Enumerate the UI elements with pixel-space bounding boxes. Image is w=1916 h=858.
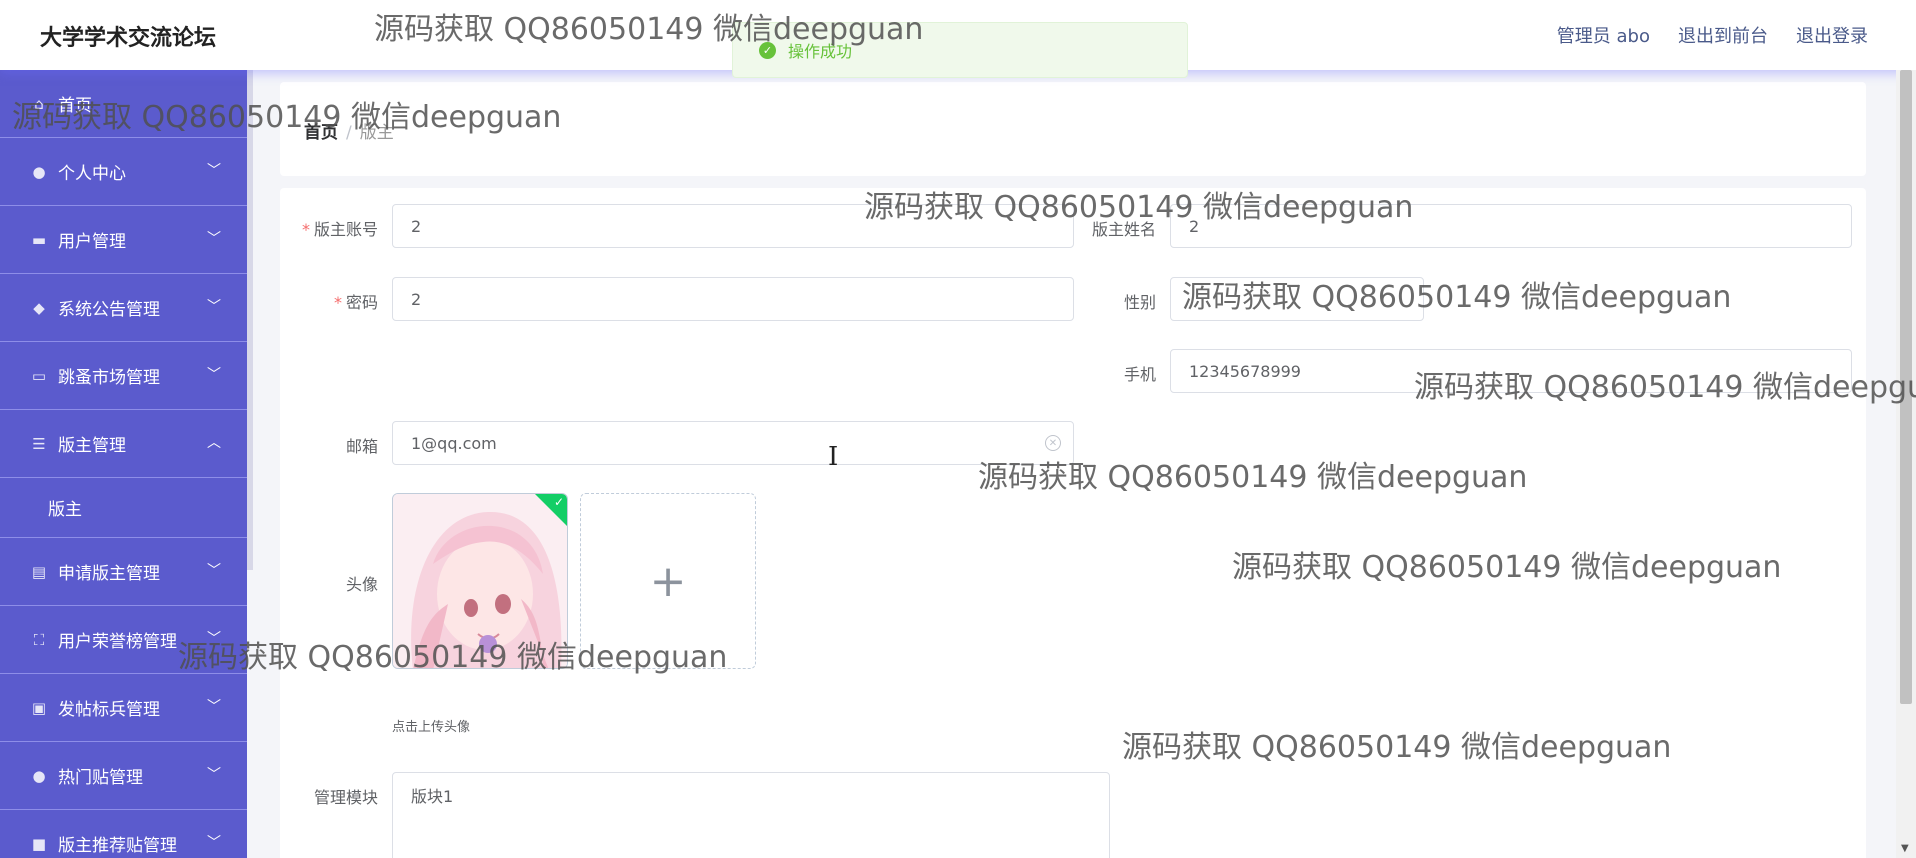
chevron-down-icon: ﹀ xyxy=(207,563,221,579)
briefcase-icon: ▬ xyxy=(31,230,47,249)
toast-message: 操作成功 xyxy=(788,42,853,61)
chevron-down-icon: ﹀ xyxy=(207,367,221,383)
sidebar-item-label: 申请版主管理 xyxy=(58,564,160,584)
chevron-down-icon: ﹀ xyxy=(207,163,221,179)
user-icon: ● xyxy=(32,162,46,181)
sidebar-subitem-moderator[interactable]: 版主 xyxy=(0,478,247,538)
sidebar-item-label: 热门贴管理 xyxy=(58,768,143,788)
check-icon: ✓ xyxy=(553,495,564,509)
upload-button[interactable]: + xyxy=(580,493,756,669)
sidebar: ⌂ 首页 ● 个人中心 ﹀ ▬ 用户管理 ﹀ ◆ 系统公告管理 ﹀ ▭ 跳蚤市场… xyxy=(0,70,247,858)
card-icon: ▤ xyxy=(31,562,47,581)
module-textarea[interactable]: 版块1 xyxy=(392,772,1110,858)
account-label: * 版主账号 xyxy=(301,220,378,239)
name-input[interactable]: 2 xyxy=(1170,204,1852,248)
name-label: 版主姓名 xyxy=(1091,220,1156,239)
chevron-down-icon: ﹀ xyxy=(207,299,221,315)
sidebar-item-honor[interactable]: ⛶ 用户荣誉榜管理 ﹀ xyxy=(0,606,247,674)
email-input[interactable]: 1@qq.com ✕ xyxy=(392,421,1074,465)
password-input[interactable]: 2 xyxy=(392,277,1074,321)
sidebar-item-label: 首页 xyxy=(58,96,92,116)
breadcrumb-home[interactable]: 首页 xyxy=(304,123,338,143)
chevron-down-icon: ﹀ xyxy=(207,631,221,647)
pin-icon: ◆ xyxy=(33,298,45,317)
module-label: 管理模块 xyxy=(313,788,378,807)
chevron-down-icon: ﹀ xyxy=(207,835,221,851)
sidebar-item-personal[interactable]: ● 个人中心 ﹀ xyxy=(0,138,247,206)
sidebar-item-label: 发帖标兵管理 xyxy=(58,700,160,720)
sliders-icon: ☰ xyxy=(32,434,46,453)
email-value: 1@qq.com xyxy=(411,433,497,453)
frame-icon: ⛶ xyxy=(33,630,45,649)
logout-link[interactable]: 退出登录 xyxy=(1796,22,1868,48)
scrollbar-thumb[interactable] xyxy=(1900,70,1912,704)
sidebar-item-hot[interactable]: ● 热门贴管理 ﹀ xyxy=(0,742,247,810)
avatar-image[interactable]: ✓ xyxy=(392,493,568,669)
chevron-down-icon: ﹀ xyxy=(207,699,221,715)
avatar-label: 头像 xyxy=(345,575,378,594)
chevron-down-icon: ﹀ xyxy=(207,767,221,783)
home-icon: ⌂ xyxy=(34,94,44,113)
sidebar-item-apply[interactable]: ▤ 申请版主管理 ﹀ xyxy=(0,538,247,606)
account-input[interactable]: 2 xyxy=(392,204,1074,248)
text-cursor-icon: I xyxy=(828,442,839,472)
scroll-down-icon[interactable]: ▼ xyxy=(1901,843,1909,854)
gender-select[interactable] xyxy=(1170,277,1424,321)
chevron-up-icon: ︿ xyxy=(207,435,221,451)
password-label: * 密码 xyxy=(333,293,378,312)
plus-icon: + xyxy=(649,555,687,607)
sidebar-item-label: 跳蚤市场管理 xyxy=(58,368,160,388)
page-scrollbar[interactable]: ▼ xyxy=(1896,70,1916,858)
sidebar-item-recommend[interactable]: ■ 版主推荐贴管理 ﹀ xyxy=(0,810,247,858)
sidebar-scrollbar[interactable] xyxy=(247,70,253,570)
phone-label: 手机 xyxy=(1123,365,1156,384)
bulb-icon: ● xyxy=(32,766,46,785)
back-to-front-link[interactable]: 退出到前台 xyxy=(1678,22,1768,48)
sidebar-item-label: 版主推荐贴管理 xyxy=(58,836,177,856)
success-toast: ✓ 操作成功 xyxy=(732,22,1188,78)
breadcrumb: 首页 / 版主 xyxy=(304,118,394,143)
email-label: 邮箱 xyxy=(345,437,378,456)
sidebar-item-label: 版主管理 xyxy=(58,436,126,456)
chevron-down-icon: ﹀ xyxy=(207,231,221,247)
check-circle-icon: ✓ xyxy=(759,41,776,59)
phone-input[interactable]: 12345678999 xyxy=(1170,349,1852,393)
admin-username[interactable]: 管理员 abo xyxy=(1557,22,1650,48)
sidebar-item-moderator[interactable]: ☰ 版主管理 ︿ xyxy=(0,410,247,478)
breadcrumb-current: 版主 xyxy=(359,123,394,143)
sidebar-item-poster[interactable]: ▣ 发帖标兵管理 ﹀ xyxy=(0,674,247,742)
clear-icon[interactable]: ✕ xyxy=(1045,435,1061,451)
breadcrumb-separator: / xyxy=(346,123,352,143)
sidebar-item-label: 系统公告管理 xyxy=(58,300,160,320)
sidebar-item-label: 用户管理 xyxy=(58,232,126,252)
sidebar-item-users[interactable]: ▬ 用户管理 ﹀ xyxy=(0,206,247,274)
breadcrumb-panel: 首页 / 版主 xyxy=(280,82,1866,176)
sidebar-item-label: 个人中心 xyxy=(58,164,126,184)
clipboard-icon: ▣ xyxy=(31,698,47,717)
sidebar-item-home[interactable]: ⌂ 首页 xyxy=(0,70,247,138)
sidebar-item-label: 用户荣誉榜管理 xyxy=(58,632,177,652)
header-actions: 管理员 abo 退出到前台 退出登录 xyxy=(1557,22,1868,48)
app-title: 大学学术交流论坛 xyxy=(40,26,217,51)
chat-icon: ▭ xyxy=(31,366,47,385)
upload-tip: 点击上传头像 xyxy=(392,720,471,735)
sidebar-item-market[interactable]: ▭ 跳蚤市场管理 ﹀ xyxy=(0,342,247,410)
sidebar-item-notice[interactable]: ◆ 系统公告管理 ﹀ xyxy=(0,274,247,342)
monitor-icon: ■ xyxy=(31,834,47,853)
gender-label: 性别 xyxy=(1123,293,1156,312)
